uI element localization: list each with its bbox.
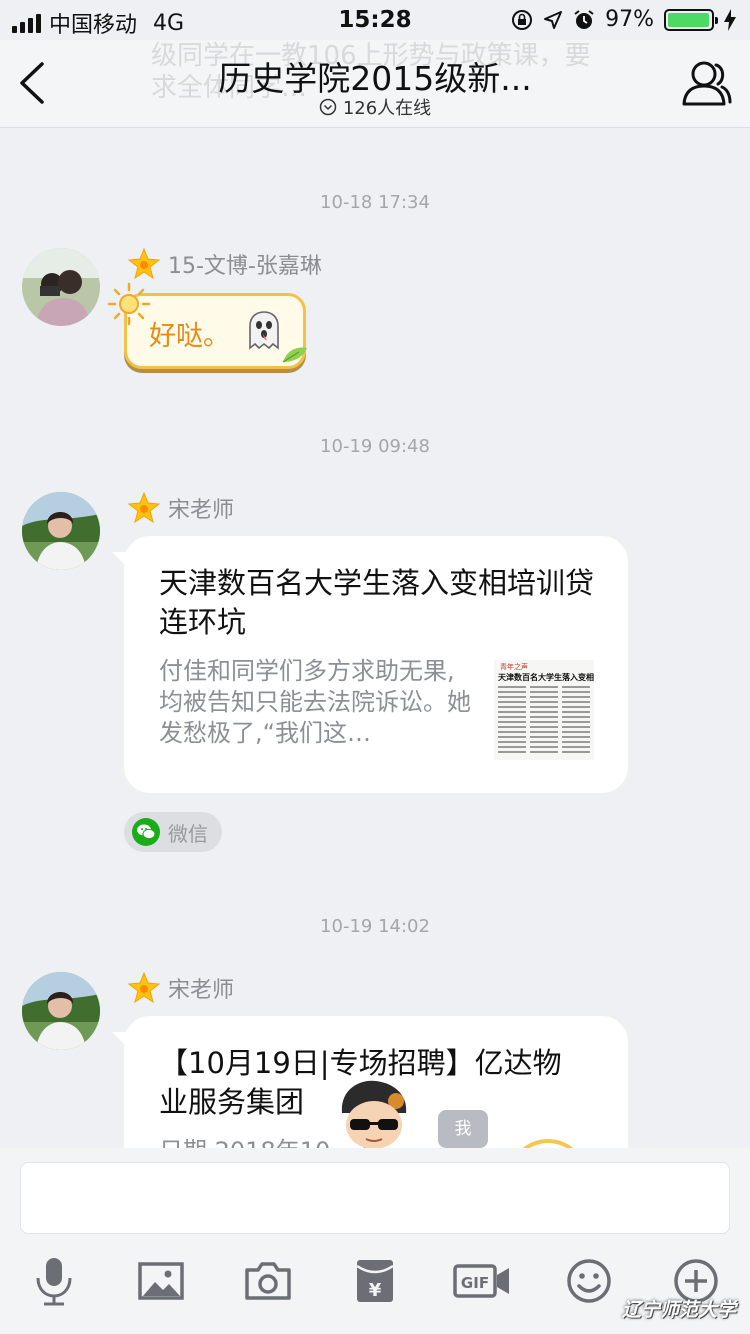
sun-decoration-icon: [107, 282, 151, 326]
chevron-down-circle-icon: [319, 98, 337, 116]
online-count[interactable]: 126人在线: [0, 94, 750, 120]
group-title[interactable]: 历史学院2015级新...: [170, 52, 580, 100]
composer: ¥ GIF 辽宁师范大学: [0, 1148, 750, 1334]
alarm-icon: [574, 9, 594, 29]
sender-row: 15-文博-张嘉琳: [128, 248, 322, 280]
message-timestamp: 10-19 09:48: [320, 436, 430, 457]
article-thumbnail: 青年之声 天津数百名大学生落入变相培训: [494, 660, 594, 760]
ghost-emoji-icon: [249, 311, 279, 350]
shared-article-card[interactable]: 天津数百名大学生落入变相培训贷连环坑 付佳和同学们多方求助无果,均被告知只能去法…: [112, 536, 628, 793]
location-arrow-icon: [544, 10, 563, 29]
red-packet-icon[interactable]: ¥: [351, 1256, 399, 1306]
battery-icon: [664, 8, 718, 31]
article-summary: 付佳和同学们多方求助无果,均被告知只能去法院诉讼。她发愁极了,“我们这…: [159, 657, 471, 747]
charging-bolt-icon: [724, 8, 736, 31]
status-bar: 中国移动 4G 15:28 97%: [0, 0, 750, 40]
gif-icon[interactable]: GIF: [452, 1256, 512, 1306]
avatar[interactable]: [22, 972, 100, 1050]
avatar[interactable]: [22, 492, 100, 570]
me-indicator: 我: [438, 1110, 488, 1148]
rotation-lock-icon: [512, 9, 533, 30]
message-list[interactable]: 10-18 17:34 15-文博-张嘉琳 好哒。 10-19 09:48 宋老…: [0, 129, 750, 1148]
message-text: 好哒。: [149, 321, 230, 352]
share-source-label: 微信: [168, 821, 208, 846]
chat-bubble[interactable]: 好哒。: [107, 282, 307, 369]
thumbnail-headline-text: 天津数百名大学生落入变相培训: [498, 672, 594, 682]
image-icon[interactable]: [137, 1256, 185, 1306]
sender-name[interactable]: 宋老师: [168, 492, 234, 524]
article-title: 天津数百名大学生落入变相培训贷连环坑: [159, 566, 595, 639]
thumbnail-header-text: 青年之声: [500, 662, 528, 671]
sender-name[interactable]: 宋老师: [168, 972, 234, 1004]
chat-header: 级同学在一教106上形势与政策课，要求全体同学… 历史学院2015级新... 1…: [0, 40, 750, 128]
group-members-icon[interactable]: [680, 58, 732, 108]
watermark: 辽宁师范大学: [621, 1299, 736, 1321]
leaf-decoration-icon: [282, 347, 307, 363]
avatar[interactable]: [22, 248, 100, 326]
camera-icon[interactable]: [244, 1256, 292, 1306]
cool-boy-sticker-icon[interactable]: [336, 1079, 412, 1148]
svg-text:GIF: GIF: [461, 1274, 489, 1292]
emoji-icon[interactable]: [565, 1256, 613, 1306]
article-summary: 日期 2018年10… 时…: [159, 1136, 459, 1148]
battery-percent: 97%: [605, 7, 654, 32]
sender-row: 宋老师: [128, 972, 234, 1004]
member-level-star-icon: [128, 972, 160, 1004]
online-count-label: 126人在线: [342, 98, 432, 119]
message-input[interactable]: [20, 1162, 730, 1234]
member-level-star-icon: [128, 492, 160, 524]
sender-row: 宋老师: [128, 492, 234, 524]
microphone-icon[interactable]: [30, 1256, 78, 1306]
svg-text:¥: ¥: [369, 1280, 382, 1301]
message-timestamp: 10-19 14:02: [320, 916, 430, 937]
member-level-star-icon: [128, 248, 160, 280]
share-source-tag[interactable]: 微信: [124, 812, 222, 852]
sender-name[interactable]: 15-文博-张嘉琳: [168, 248, 322, 280]
message-timestamp: 10-18 17:34: [320, 192, 430, 213]
wechat-icon: [132, 818, 160, 846]
